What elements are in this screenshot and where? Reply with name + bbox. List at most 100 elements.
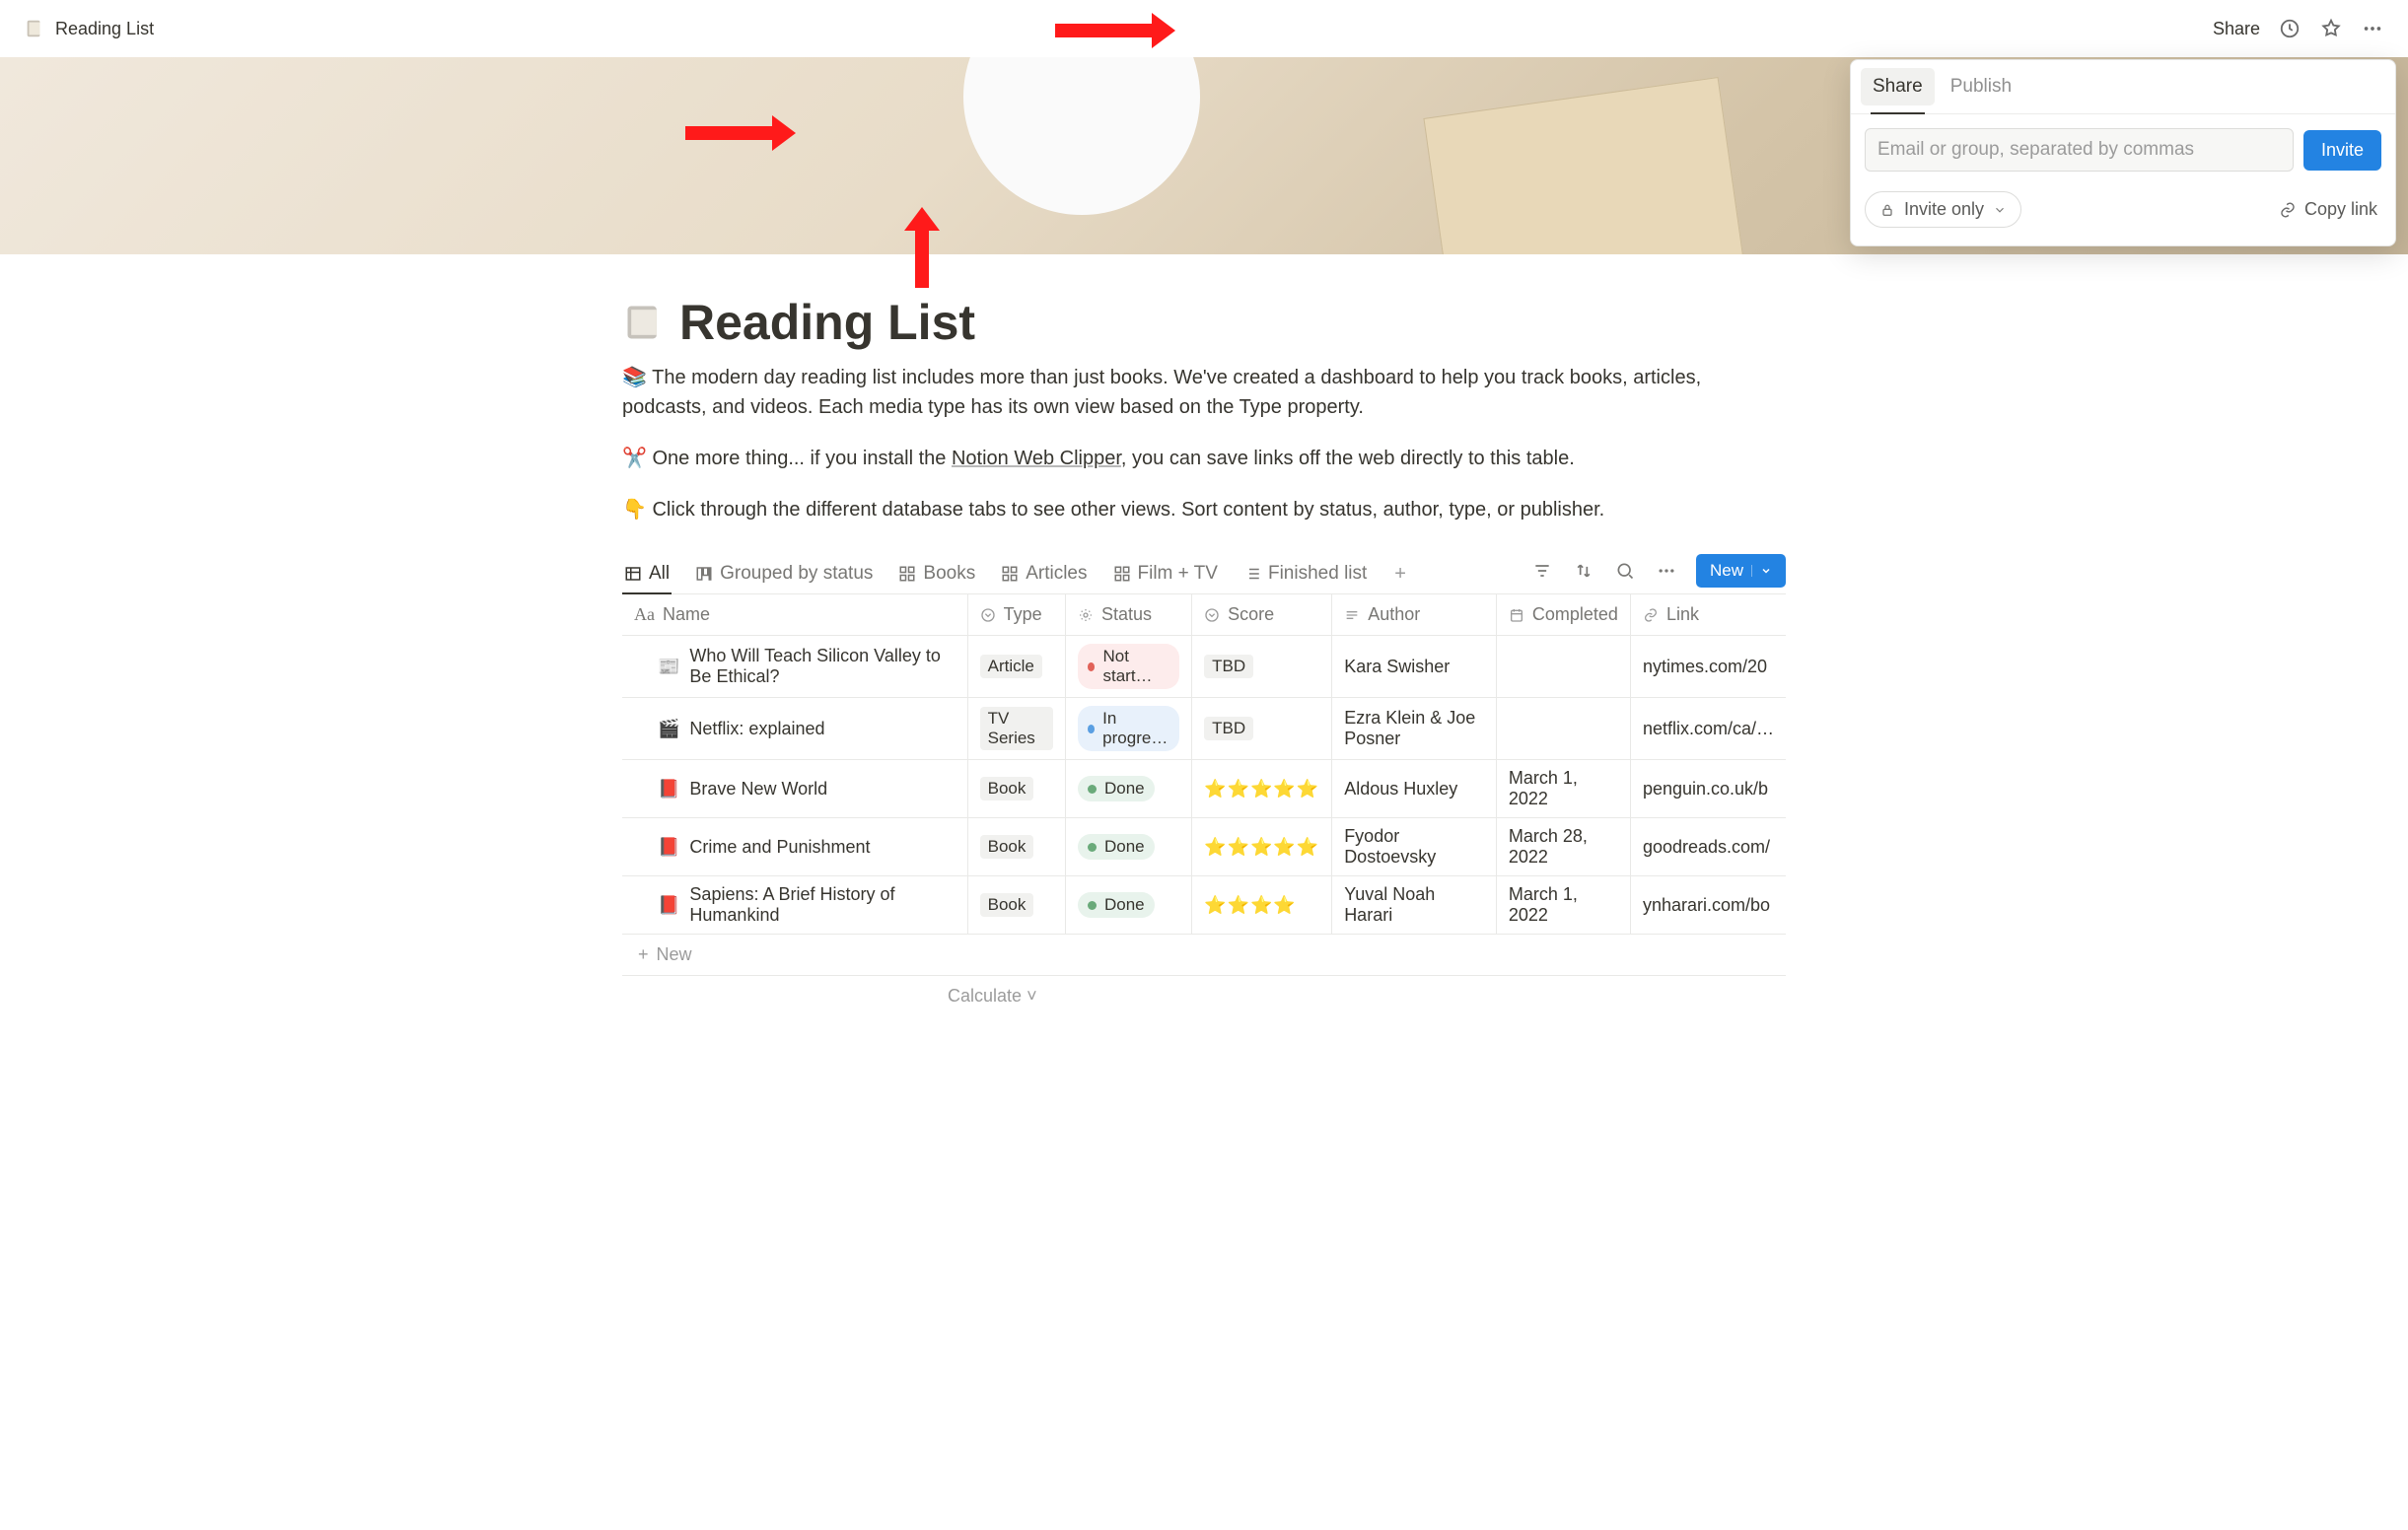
status-icon	[1078, 607, 1094, 623]
type-tag: Book	[980, 893, 1034, 917]
view-tab-label: All	[649, 563, 670, 585]
author-cell: Fyodor Dostoevsky	[1332, 818, 1497, 876]
status-pill: Done	[1078, 776, 1155, 801]
score-stars: ⭐⭐⭐⭐⭐	[1204, 779, 1319, 799]
star-icon[interactable]	[2319, 17, 2343, 40]
column-header-status[interactable]: Status	[1065, 594, 1191, 636]
row-icon: 📰	[658, 657, 679, 677]
copy-link-button[interactable]: Copy link	[2279, 199, 2377, 220]
view-tab-books[interactable]: Books	[896, 555, 977, 594]
new-button[interactable]: New	[1696, 554, 1786, 588]
row-icon: 📕	[658, 895, 679, 916]
score-stars: ⭐⭐⭐⭐⭐	[1204, 837, 1319, 857]
score-tag: TBD	[1204, 717, 1253, 740]
column-header-author[interactable]: Author	[1332, 594, 1497, 636]
share-email-input[interactable]	[1865, 128, 2294, 172]
select-icon	[1204, 607, 1220, 623]
calculate-label: Calculate	[948, 986, 1022, 1006]
link-cell[interactable]: penguin.co.uk/b	[1630, 760, 1786, 818]
column-header-name[interactable]: AaName	[622, 594, 967, 636]
gallery-icon	[1113, 565, 1131, 583]
desc-line-2b: , you can save links off the web directl…	[1121, 448, 1575, 469]
clock-icon[interactable]	[2278, 17, 2302, 40]
new-button-label: New	[1710, 561, 1743, 581]
link-cell[interactable]: nytimes.com/20	[1630, 636, 1786, 698]
add-view-button[interactable]: +	[1390, 563, 1410, 586]
desc-line-2a: One more thing... if you install the	[647, 448, 952, 469]
table-icon	[624, 565, 642, 583]
desc-line-3: Click through the different database tab…	[647, 499, 1604, 521]
author-cell: Aldous Huxley	[1332, 760, 1497, 818]
column-header-completed[interactable]: Completed	[1496, 594, 1630, 636]
select-icon	[980, 607, 996, 623]
emoji-books-icon: 📚	[622, 367, 647, 388]
table-row[interactable]: 📕Crime and PunishmentBookDone⭐⭐⭐⭐⭐Fyodor…	[622, 818, 1786, 876]
invite-button[interactable]: Invite	[2303, 130, 2381, 171]
more-icon[interactable]	[1655, 559, 1678, 583]
view-tab-label: Grouped by status	[720, 563, 873, 585]
new-row-button[interactable]: + New	[622, 935, 1786, 976]
share-tab-publish[interactable]: Publish	[1939, 68, 2023, 105]
link-cell[interactable]: ynharari.com/bo	[1630, 876, 1786, 935]
view-tab-label: Books	[923, 563, 975, 585]
web-clipper-link[interactable]: Notion Web Clipper	[952, 448, 1121, 469]
type-tag: Article	[980, 655, 1042, 678]
completed-cell: March 1, 2022	[1496, 876, 1630, 935]
share-tab-share[interactable]: Share	[1861, 68, 1935, 105]
status-pill: In progre…	[1078, 706, 1179, 751]
text-icon: Aa	[634, 604, 655, 625]
view-tab-grouped[interactable]: Grouped by status	[693, 555, 875, 594]
column-header-link[interactable]: Link	[1630, 594, 1786, 636]
annotation-arrow	[915, 229, 929, 288]
chevron-down-icon: ˅	[1027, 986, 1037, 1006]
new-row-label: New	[657, 944, 692, 965]
view-tab-all[interactable]: All	[622, 555, 672, 594]
page-icon[interactable]	[622, 301, 666, 344]
view-tab-articles[interactable]: Articles	[999, 555, 1089, 594]
chevron-down-icon	[1993, 203, 2007, 217]
row-name: Crime and Punishment	[689, 837, 870, 858]
table-row[interactable]: 📰 Who Will Teach Silicon Valley to Be Eth…	[622, 636, 1786, 698]
view-tab-label: Film + TV	[1138, 563, 1218, 585]
link-cell[interactable]: netflix.com/ca/…	[1630, 698, 1786, 760]
board-icon	[695, 565, 713, 583]
status-pill: Not start…	[1078, 644, 1179, 689]
calculate-button[interactable]: Calculate ˅	[622, 976, 1786, 1016]
search-icon[interactable]	[1613, 559, 1637, 583]
row-name: Brave New World	[689, 779, 827, 800]
emoji-scissors-icon: ✂️	[622, 448, 647, 469]
annotation-arrow	[685, 126, 774, 140]
plus-icon: +	[638, 944, 649, 965]
table-row[interactable]: 📕Sapiens: A Brief History of HumankindBo…	[622, 876, 1786, 935]
breadcrumb[interactable]: Reading List	[24, 18, 154, 39]
view-tab-film[interactable]: Film + TV	[1111, 555, 1220, 594]
desc-line-1: The modern day reading list includes mor…	[622, 367, 1701, 418]
filter-icon[interactable]	[1530, 559, 1554, 583]
view-tab-finished[interactable]: Finished list	[1241, 555, 1369, 594]
completed-cell: March 1, 2022	[1496, 760, 1630, 818]
table-row[interactable]: 📕Brave New WorldBookDone⭐⭐⭐⭐⭐Aldous Huxl…	[622, 760, 1786, 818]
type-tag: Book	[980, 835, 1034, 859]
score-tag: TBD	[1204, 655, 1253, 678]
page-title[interactable]: Reading List	[679, 294, 975, 351]
completed-cell	[1496, 698, 1630, 760]
text-prop-icon	[1344, 607, 1360, 623]
type-tag: TV Series	[980, 707, 1053, 750]
sort-icon[interactable]	[1572, 559, 1595, 583]
column-header-type[interactable]: Type	[967, 594, 1065, 636]
status-pill: Done	[1078, 892, 1155, 918]
share-panel: Share Publish Invite Invite only Copy li…	[1850, 59, 2396, 246]
column-header-score[interactable]: Score	[1192, 594, 1332, 636]
access-level-dropdown[interactable]: Invite only	[1865, 191, 2021, 228]
page-description[interactable]: 📚 The modern day reading list includes m…	[622, 363, 1786, 524]
completed-cell: March 28, 2022	[1496, 818, 1630, 876]
link-cell[interactable]: goodreads.com/	[1630, 818, 1786, 876]
breadcrumb-title: Reading List	[55, 19, 154, 39]
row-name: Who Will Teach Silicon Valley to Be Ethi…	[689, 646, 955, 687]
table-row[interactable]: 🎬Netflix: explainedTV SeriesIn progre…TB…	[622, 698, 1786, 760]
link-icon	[1643, 607, 1659, 623]
more-icon[interactable]	[2361, 17, 2384, 40]
share-button[interactable]: Share	[2213, 19, 2260, 39]
link-icon	[2279, 201, 2297, 219]
author-cell: Ezra Klein & Joe Posner	[1332, 698, 1497, 760]
